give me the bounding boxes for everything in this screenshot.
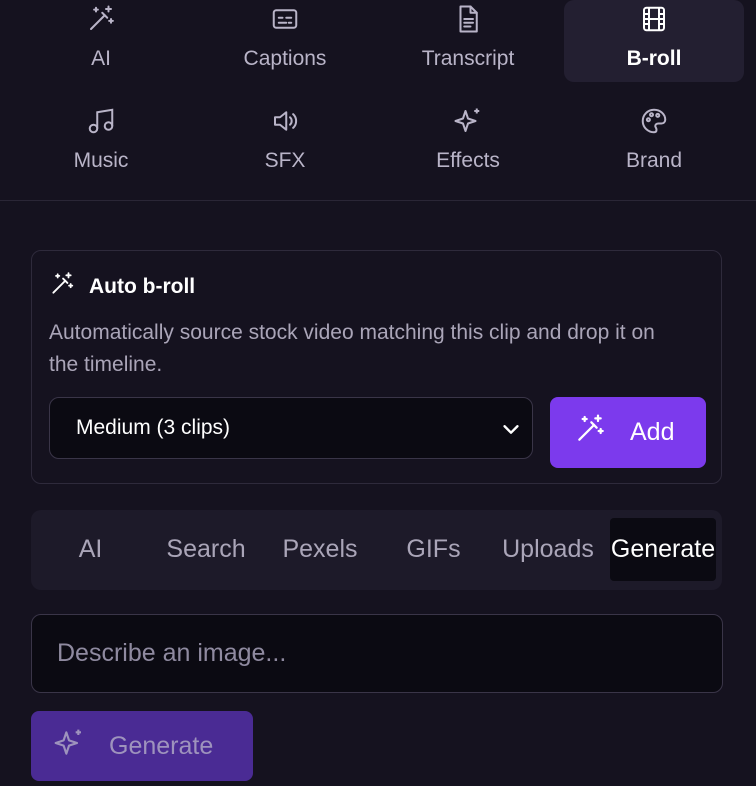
tool-music[interactable]: Music (11, 102, 191, 184)
tool-sfx[interactable]: SFX (195, 102, 375, 184)
document-icon (453, 0, 483, 39)
clip-count-select[interactable]: Medium (3 clips) (49, 397, 533, 459)
image-prompt-field (31, 614, 723, 693)
add-button-label: Add (630, 418, 675, 446)
auto-broll-card: Auto b-roll Automatically source stock v… (31, 250, 722, 484)
tool-label: SFX (264, 149, 306, 172)
speaker-icon (270, 102, 300, 141)
magic-wand-icon (86, 0, 116, 39)
tab-uploads[interactable]: Uploads (493, 518, 603, 581)
tool-label: Captions (243, 47, 327, 70)
tool-grid: AI Captions Transcript B-roll Music SFX … (0, 0, 756, 201)
tool-transcript[interactable]: Transcript (378, 0, 558, 82)
tool-label: Effects (436, 149, 500, 172)
tool-effects[interactable]: Effects (378, 102, 558, 184)
auto-broll-description: Automatically source stock video matchin… (49, 321, 655, 376)
source-tabs: AI Search Pexels GIFs Uploads Generate (31, 510, 722, 590)
tool-brand[interactable]: Brand (564, 102, 744, 184)
magic-wand-icon (550, 413, 606, 452)
generate-button-label: Generate (109, 731, 214, 760)
tab-search[interactable]: Search (156, 518, 256, 581)
music-note-icon (86, 102, 116, 141)
tool-label: Transcript (421, 47, 515, 70)
tool-label: AI (91, 47, 111, 70)
auto-broll-title: Auto b-roll (89, 274, 196, 298)
tool-ai[interactable]: AI (11, 0, 191, 82)
tab-gifs[interactable]: GIFs (391, 518, 476, 581)
tool-label: Music (73, 149, 129, 172)
sparkles-icon (453, 102, 483, 141)
tool-label: Brand (625, 149, 683, 172)
captions-icon (270, 0, 300, 39)
auto-broll-header: Auto b-roll (49, 271, 195, 302)
tab-generate[interactable]: Generate (610, 518, 716, 581)
tool-label: B-roll (626, 47, 682, 70)
generate-button[interactable]: Generate (31, 711, 253, 781)
tab-ai[interactable]: AI (48, 518, 133, 581)
image-prompt-input[interactable] (32, 615, 722, 692)
film-icon (639, 0, 669, 39)
tool-captions[interactable]: Captions (195, 0, 375, 82)
palette-icon (639, 102, 669, 141)
tool-b-roll[interactable]: B-roll (564, 0, 744, 82)
sparkles-icon (31, 727, 85, 766)
magic-wand-icon (49, 271, 75, 302)
chevron-down-icon (500, 418, 522, 440)
tab-pexels[interactable]: Pexels (271, 518, 369, 581)
add-button[interactable]: Add (550, 397, 706, 468)
select-value: Medium (3 clips) (76, 416, 231, 439)
